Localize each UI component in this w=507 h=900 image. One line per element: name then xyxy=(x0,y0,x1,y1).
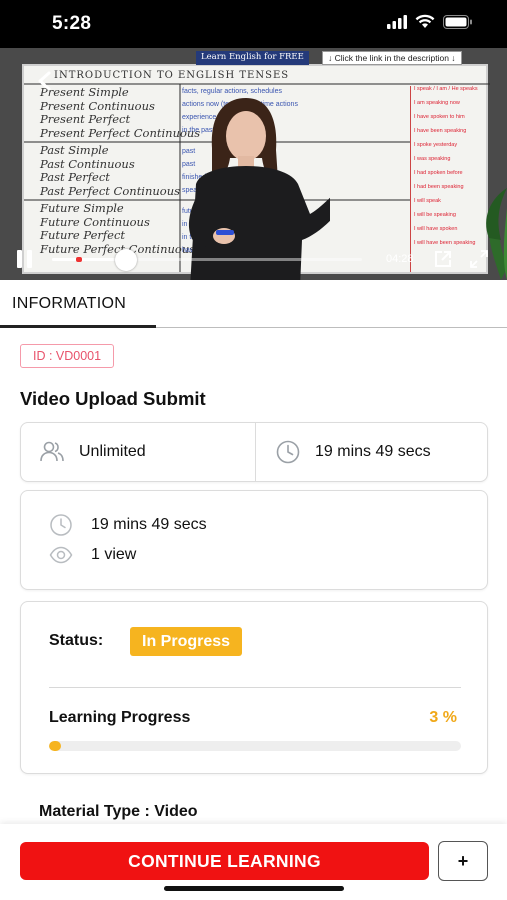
continue-learning-button[interactable]: CONTINUE LEARNING xyxy=(20,842,429,880)
description-banner: ↓ Click the link in the description ↓ xyxy=(322,51,462,65)
board-red-note: I am speaking now xyxy=(414,100,460,106)
clock-icon xyxy=(50,514,72,536)
learning-progress-bar xyxy=(49,741,461,751)
status-card: Status: In Progress Learning Progress 3 … xyxy=(20,601,488,774)
video-seek-handle[interactable] xyxy=(115,249,137,271)
board-red-note: I have been speaking xyxy=(414,128,467,134)
back-chevron-icon[interactable] xyxy=(34,70,56,92)
users-icon xyxy=(40,441,64,462)
duration-summary-value: 19 mins 49 secs xyxy=(315,443,431,460)
board-red-note: I have spoken to him xyxy=(414,114,465,120)
board-red-note: I was speaking xyxy=(414,156,451,162)
board-title: INTRODUCTION TO ENGLISH TENSES xyxy=(54,70,290,81)
promo-banner: Learn English for FREE xyxy=(196,51,309,65)
page-title: Video Upload Submit xyxy=(20,388,206,409)
status-badge: In Progress xyxy=(130,627,243,656)
presenter-figure xyxy=(188,98,330,280)
material-type: Material Type : Video xyxy=(39,803,198,820)
views-line: 1 view xyxy=(49,543,136,567)
home-indicator xyxy=(164,886,344,891)
board-red-note: I spoke yesterday xyxy=(414,142,458,148)
details-card: 19 mins 49 secs 1 view xyxy=(20,490,488,590)
tab-bar: INFORMATION xyxy=(0,280,507,328)
id-badge: ID : VD0001 xyxy=(20,344,115,368)
attendees-cell: Unlimited xyxy=(39,423,146,481)
duration-cell: 19 mins 49 secs xyxy=(275,423,431,481)
status-divider xyxy=(49,687,461,688)
status-time: 5:28 xyxy=(52,13,92,34)
open-external-icon[interactable] xyxy=(434,250,452,268)
tab-information[interactable]: INFORMATION xyxy=(0,280,156,328)
fullscreen-icon[interactable] xyxy=(470,250,488,268)
duration-detail-value: 19 mins 49 secs xyxy=(91,516,207,533)
views-value: 1 view xyxy=(91,546,137,563)
board-red-note: I speak / I am / He speaks xyxy=(414,86,478,92)
pause-icon[interactable] xyxy=(14,248,36,270)
attendees-value: Unlimited xyxy=(79,443,146,460)
summary-divider xyxy=(255,423,256,481)
active-tab-indicator xyxy=(0,325,156,328)
video-duration: 04:28 xyxy=(386,253,414,265)
video-seek-marker xyxy=(76,257,82,262)
battery-icon xyxy=(443,14,472,29)
video-seek-bar[interactable] xyxy=(52,249,362,271)
learning-progress-label: Learning Progress xyxy=(49,709,191,726)
signal-icon xyxy=(387,14,407,29)
bottom-action-bar: CONTINUE LEARNING + xyxy=(0,824,507,900)
status-bar: 5:28 xyxy=(0,0,507,48)
learning-progress-fill xyxy=(49,741,62,751)
eye-icon xyxy=(49,546,73,564)
status-label: Status: xyxy=(49,632,104,649)
video-player[interactable]: INTRODUCTION TO ENGLISH TENSES Present S… xyxy=(0,48,507,280)
status-icons xyxy=(387,14,473,29)
learning-progress-value: 3 % xyxy=(429,709,457,726)
clock-icon xyxy=(276,440,300,464)
summary-card: Unlimited 19 mins 49 secs xyxy=(20,422,488,482)
add-button[interactable]: + xyxy=(438,841,488,881)
wifi-icon xyxy=(415,14,435,28)
duration-line: 19 mins 49 secs xyxy=(49,513,207,537)
tab-label: INFORMATION xyxy=(12,295,127,312)
